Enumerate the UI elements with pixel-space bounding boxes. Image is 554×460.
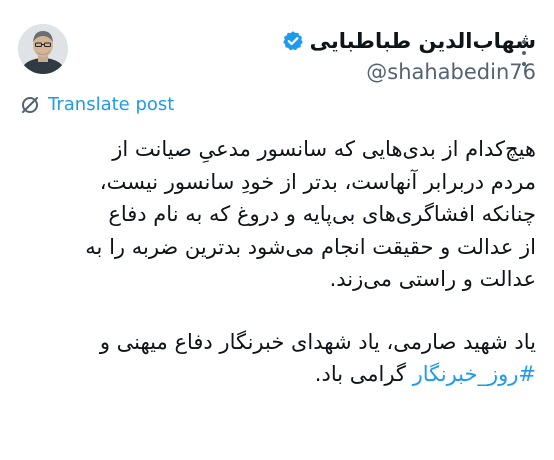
- author-avatar[interactable]: [18, 24, 68, 74]
- translate-post-link[interactable]: Translate post: [20, 94, 174, 115]
- post-line: چنانکه افشاگری‌های بی‌پایه و دروغ که به …: [108, 202, 536, 226]
- more-options-icon: [522, 40, 526, 44]
- post-paragraph-1: هیچ‌کدام از بدی‌هایی که سانسور مدعیِ صیا…: [16, 133, 536, 296]
- author-name-row: شهاب‌الدین طباطبایی: [282, 24, 536, 58]
- more-options-icon-dot: [522, 51, 526, 55]
- translate-post-label: Translate post: [48, 94, 175, 115]
- hashtag-link[interactable]: #روز_خبرنگار: [413, 362, 536, 386]
- avatar-photo-icon: [18, 24, 68, 74]
- more-options-button[interactable]: [516, 40, 532, 66]
- post-line-hashtag: #روز_خبرنگار گرامی باد.: [16, 358, 536, 391]
- post-card: شهاب‌الدین طباطبایی @shahabedin76 Transl…: [0, 0, 554, 460]
- globe-slash-icon: [22, 96, 38, 113]
- post-line: یاد شهید صارمی، یاد شهدای خبرنگار دفاع م…: [99, 329, 536, 354]
- post-paragraph-2: یاد شهید صارمی، یاد شهدای خبرنگار دفاع م…: [16, 326, 536, 391]
- post-line: از عدالت و حقیقت انجام می‌شود بدترین ضرب…: [85, 234, 536, 259]
- post-line: هیچ‌کدام از بدی‌هایی که سانسور مدعیِ صیا…: [112, 137, 536, 161]
- author-handle[interactable]: @shahabedin76: [282, 60, 536, 84]
- post-line: مردم دربرابر آنهاست، بدتر از خودِ سانسور…: [99, 169, 536, 194]
- author-info: شهاب‌الدین طباطبایی @shahabedin76: [282, 24, 536, 84]
- author-display-name[interactable]: شهاب‌الدین طباطبایی: [310, 29, 536, 53]
- post-line: عدالت و راستی می‌زند.: [329, 267, 536, 291]
- post-line-suffix: گرامی باد.: [314, 362, 413, 386]
- verified-badge-icon: [282, 31, 303, 51]
- more-options-icon-dot: [522, 62, 526, 66]
- post-text: هیچ‌کدام از بدی‌هایی که سانسور مدعیِ صیا…: [16, 133, 536, 391]
